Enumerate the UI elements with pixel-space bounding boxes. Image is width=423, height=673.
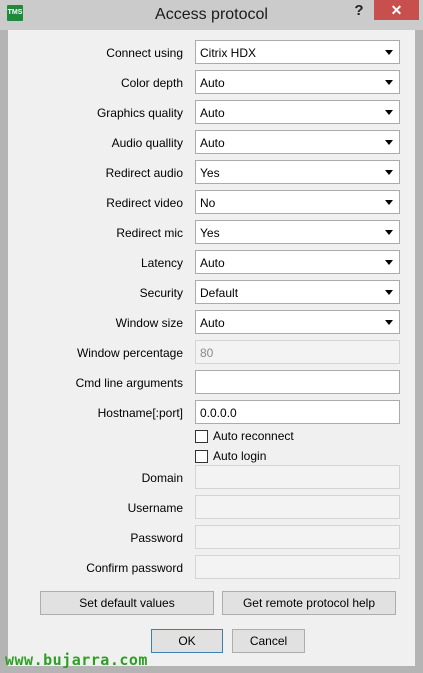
- dialog-body: Connect using Citrix HDX Color depth Aut…: [8, 30, 415, 666]
- audio-quality-dropdown[interactable]: Auto: [195, 130, 400, 154]
- color-depth-value: Auto: [200, 76, 225, 90]
- dropdown-arrow-icon: [385, 320, 393, 325]
- help-button[interactable]: ?: [350, 2, 368, 22]
- dropdown-arrow-icon: [385, 290, 393, 295]
- close-button[interactable]: ✕: [374, 0, 419, 20]
- redirect-video-label: Redirect video: [106, 196, 183, 210]
- title-bar: TMS Access protocol ? ✕: [0, 0, 423, 30]
- color-depth-label: Color depth: [120, 76, 183, 90]
- watermark: www.bujarra.com: [5, 651, 148, 669]
- connect-using-label: Connect using: [106, 46, 183, 60]
- security-label: Security: [139, 286, 183, 300]
- graphics-quality-value: Auto: [200, 106, 225, 120]
- dropdown-arrow-icon: [385, 260, 393, 265]
- cmd-line-arguments-input[interactable]: [195, 370, 400, 394]
- hostname-value: 0.0.0.0: [200, 406, 237, 420]
- window-size-value: Auto: [200, 316, 225, 330]
- window-size-dropdown[interactable]: Auto: [195, 310, 400, 334]
- window-percentage-label: Window percentage: [76, 346, 183, 360]
- confirm-password-input: [195, 555, 400, 579]
- color-depth-dropdown[interactable]: Auto: [195, 70, 400, 94]
- redirect-audio-value: Yes: [200, 166, 220, 180]
- username-input: [195, 495, 400, 519]
- password-label: Password: [130, 531, 183, 545]
- auto-login-label: Auto login: [213, 449, 267, 463]
- redirect-video-value: No: [200, 196, 216, 210]
- set-default-values-button[interactable]: Set default values: [40, 591, 214, 615]
- auto-login-box[interactable]: [195, 450, 208, 463]
- auto-reconnect-label: Auto reconnect: [213, 429, 294, 443]
- security-value: Default: [200, 286, 239, 300]
- audio-quality-value: Auto: [200, 136, 225, 150]
- password-input: [195, 525, 400, 549]
- dropdown-arrow-icon: [385, 50, 393, 55]
- window-percentage-input: 80: [195, 340, 400, 364]
- dropdown-arrow-icon: [385, 170, 393, 175]
- redirect-audio-label: Redirect audio: [105, 166, 183, 180]
- redirect-mic-label: Redirect mic: [116, 226, 183, 240]
- hostname-input[interactable]: 0.0.0.0: [195, 400, 400, 424]
- username-label: Username: [127, 501, 183, 515]
- get-remote-protocol-help-button[interactable]: Get remote protocol help: [222, 591, 396, 615]
- dropdown-arrow-icon: [385, 110, 393, 115]
- connect-using-value: Citrix HDX: [200, 46, 256, 60]
- graphics-quality-label: Graphics quality: [96, 106, 183, 120]
- confirm-password-label: Confirm password: [86, 561, 183, 575]
- connect-using-dropdown[interactable]: Citrix HDX: [195, 40, 400, 64]
- dropdown-arrow-icon: [385, 140, 393, 145]
- graphics-quality-dropdown[interactable]: Auto: [195, 100, 400, 124]
- dropdown-arrow-icon: [385, 80, 393, 85]
- domain-input: [195, 465, 400, 489]
- window-percentage-value: 80: [200, 346, 214, 360]
- cancel-button[interactable]: Cancel: [232, 629, 305, 653]
- redirect-mic-value: Yes: [200, 226, 220, 240]
- latency-label: Latency: [140, 256, 183, 270]
- auto-reconnect-box[interactable]: [195, 430, 208, 443]
- cmd-line-arguments-label: Cmd line arguments: [75, 376, 183, 390]
- redirect-video-dropdown[interactable]: No: [195, 190, 400, 214]
- security-dropdown[interactable]: Default: [195, 280, 400, 304]
- dropdown-arrow-icon: [385, 200, 393, 205]
- redirect-mic-dropdown[interactable]: Yes: [195, 220, 400, 244]
- domain-label: Domain: [141, 471, 183, 485]
- ok-button[interactable]: OK: [151, 629, 223, 653]
- audio-quality-label: Audio quallity: [111, 136, 183, 150]
- latency-value: Auto: [200, 256, 225, 270]
- hostname-label: Hostname[:port]: [97, 406, 183, 420]
- window-size-label: Window size: [115, 316, 183, 330]
- latency-dropdown[interactable]: Auto: [195, 250, 400, 274]
- redirect-audio-dropdown[interactable]: Yes: [195, 160, 400, 184]
- dropdown-arrow-icon: [385, 230, 393, 235]
